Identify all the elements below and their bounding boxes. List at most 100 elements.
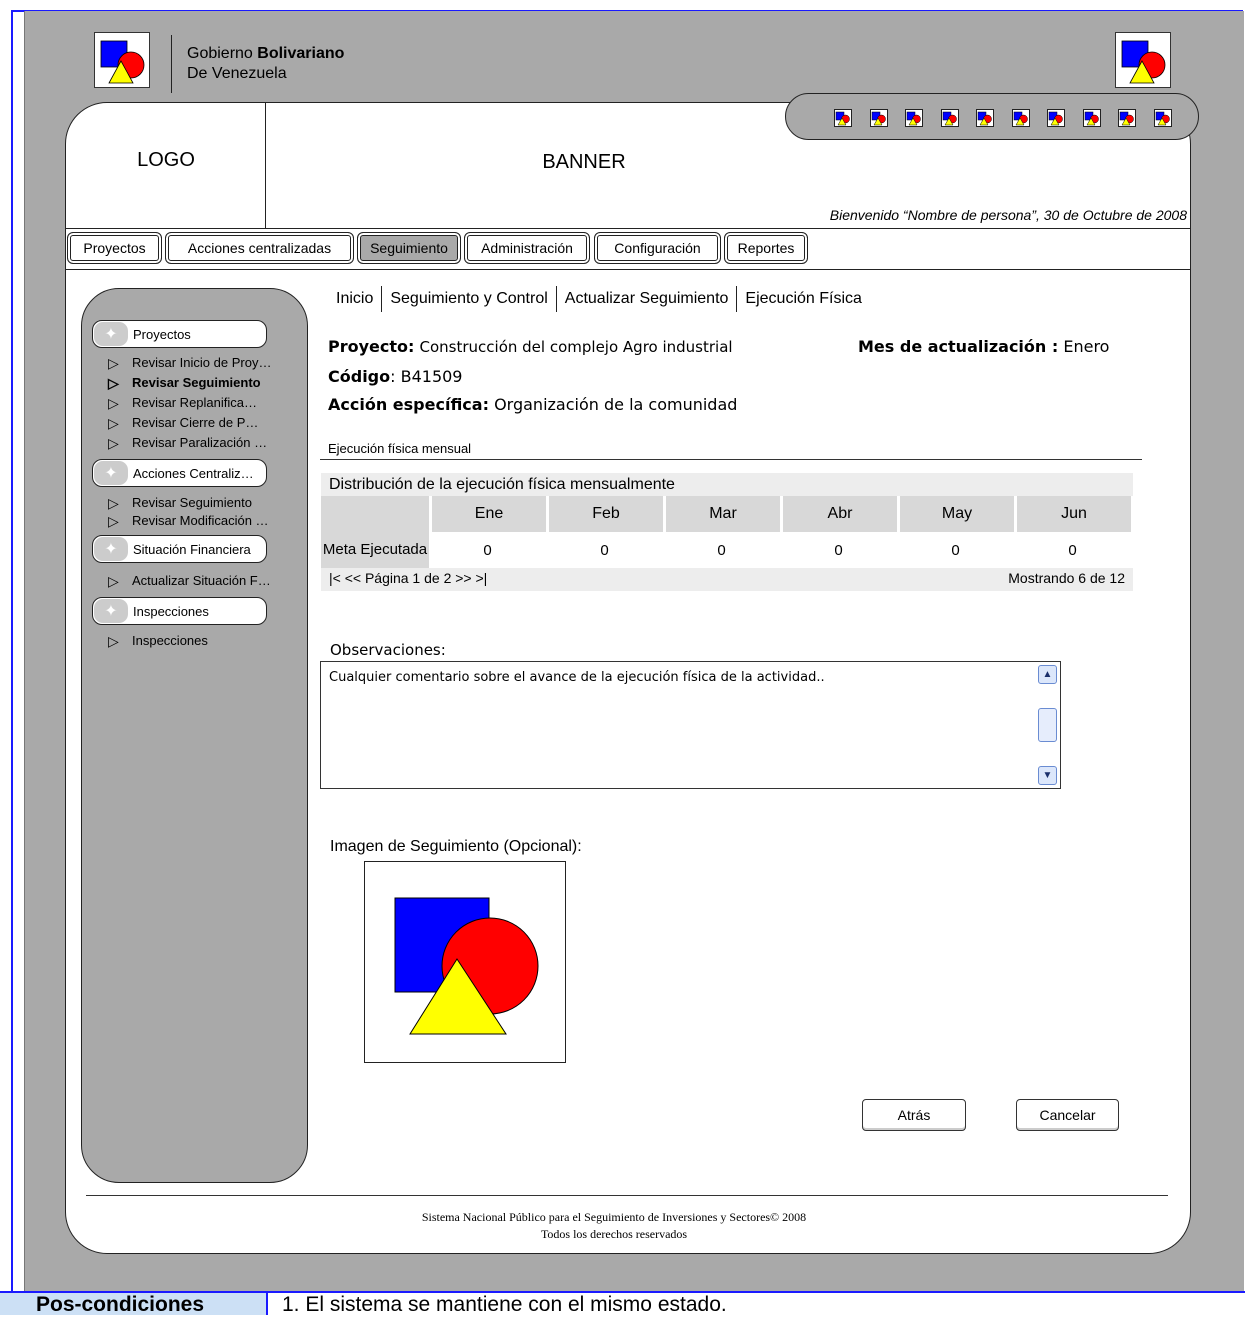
section-divider: [320, 459, 1142, 460]
mes-actualizacion: Mes de actualización : Enero: [858, 337, 1110, 356]
triangle-icon: ▷: [108, 512, 119, 529]
sidebar-group-situacion-financiera[interactable]: ✦ Situación Financiera: [92, 535, 267, 563]
observaciones-textarea[interactable]: Cualquier comentario sobre el avance de …: [320, 661, 1061, 789]
triangle-icon: ▷: [108, 374, 119, 391]
sidebar: ✦ Proyectos ▷ Revisar Inicio de Proy… ▷ Rev…: [81, 288, 308, 1183]
table-cell[interactable]: 0: [663, 532, 780, 568]
proyecto-info: Proyecto: Construcción del complejo Agro…: [328, 337, 733, 356]
triangle-icon: ▷: [108, 394, 119, 411]
breadcrumb-inicio[interactable]: Inicio: [328, 290, 381, 308]
table-cell[interactable]: 0: [897, 532, 1014, 568]
sidebar-item-revisar-modificacion[interactable]: ▷ Revisar Modificación …: [108, 513, 269, 528]
government-logo-left: [94, 32, 150, 88]
tab-seguimiento[interactable]: Seguimiento: [357, 232, 461, 264]
triangle-icon: ▷: [108, 434, 119, 451]
star-icon: ✦: [94, 322, 128, 346]
execution-table: Distribución de la ejecución física mens…: [321, 473, 1133, 591]
postconditions-row: Pos-condiciones 1. El sistema se mantien…: [0, 1291, 1245, 1316]
accion-especifica-info: Acción específica: Organización de la co…: [328, 395, 738, 414]
shapes-shortcut-icon[interactable]: [1153, 109, 1172, 127]
government-logo-right: [1115, 32, 1171, 88]
footer-line1: Sistema Nacional Público para el Seguimi…: [421, 1210, 807, 1224]
footer-line2: Todos los derechos reservados: [540, 1227, 688, 1241]
shapes-shortcut-icon[interactable]: [976, 109, 994, 127]
tab-proyectos[interactable]: Proyectos: [67, 232, 162, 264]
row-label: Meta Ejecutada: [321, 532, 429, 568]
codigo-info: Código: B41509: [328, 367, 463, 386]
scroll-up-icon[interactable]: ▲: [1038, 665, 1057, 684]
breadcrumb-seguimiento-control[interactable]: Seguimiento y Control: [382, 290, 555, 308]
table-title: Distribución de la ejecución física mens…: [321, 473, 1133, 496]
tab-administracion[interactable]: Administración: [464, 232, 590, 264]
section-title: Ejecución física mensual: [328, 441, 472, 456]
banner-placeholder: BANNER: [542, 151, 626, 173]
breadcrumb-actualizar-seguimiento[interactable]: Actualizar Seguimiento: [557, 290, 737, 308]
app-window: Gobierno Bolivariano De Venezuela LOGO B…: [24, 11, 1244, 1291]
column-header: Jun: [1014, 496, 1131, 532]
sidebar-item-actualizar-situacion[interactable]: ▷ Actualizar Situación F…: [108, 573, 271, 588]
triangle-icon: ▷: [108, 632, 119, 649]
observaciones-text: Cualquier comentario sobre el avance de …: [329, 670, 825, 685]
sidebar-group-acciones-centralizadas[interactable]: ✦ Acciones Centraliz…: [92, 459, 267, 487]
showing-count: Mostrando 6 de 12: [1008, 570, 1125, 586]
tab-configuracion[interactable]: Configuración: [594, 232, 721, 264]
sidebar-item-revisar-seguimiento-ac[interactable]: ▷ Revisar Seguimiento: [108, 495, 252, 510]
shapes-shortcut-icon[interactable]: [1082, 109, 1101, 127]
column-header: Abr: [780, 496, 897, 532]
triangle-icon: ▷: [108, 494, 119, 511]
shapes-image-icon: [394, 897, 539, 1035]
shapes-shortcut-icon[interactable]: [940, 109, 959, 127]
table-cell[interactable]: 0: [780, 532, 897, 568]
sidebar-group-proyectos[interactable]: ✦ Proyectos: [92, 320, 267, 348]
image-label: Imagen de Seguimiento (Opcional):: [330, 838, 582, 855]
shapes-shortcut-icon[interactable]: [1047, 109, 1065, 127]
tab-reportes[interactable]: Reportes: [724, 232, 808, 264]
table-row: Meta Ejecutada 0 0 0 0 0 0: [321, 532, 1133, 568]
shapes-shortcut-icon[interactable]: [834, 109, 852, 127]
table-cell[interactable]: 0: [1014, 532, 1131, 568]
welcome-message: Bienvenido “Nombre de persona”, 30 de Oc…: [829, 207, 1187, 223]
sidebar-item-revisar-replanificacion[interactable]: ▷ Revisar Replanifica…: [108, 395, 257, 410]
header-divider: [66, 228, 1190, 229]
sidebar-item-revisar-inicio[interactable]: ▷ Revisar Inicio de Proy…: [108, 355, 271, 370]
header-separator: [171, 35, 172, 93]
tabs-divider: [66, 269, 1190, 270]
observaciones-label: Observaciones:: [330, 641, 446, 659]
triangle-icon: ▷: [108, 572, 119, 589]
government-name: Gobierno Bolivariano De Venezuela: [187, 45, 345, 82]
table-pager: |< << Página 1 de 2 >> >| Mostrando 6 de…: [321, 568, 1133, 591]
cancel-button[interactable]: Cancelar: [1016, 1099, 1119, 1131]
star-icon: ✦: [94, 599, 128, 623]
shapes-shortcut-icon[interactable]: [1011, 109, 1030, 127]
footer-divider: [86, 1195, 1168, 1196]
table-cell[interactable]: 0: [546, 532, 663, 568]
shapes-shortcut-icon[interactable]: [1118, 109, 1136, 127]
table-header: Ene Feb Mar Abr May Jun: [321, 496, 1133, 532]
sidebar-item-revisar-seguimiento[interactable]: ▷ Revisar Seguimiento: [108, 375, 261, 390]
scroll-down-icon[interactable]: ▼: [1038, 766, 1057, 785]
table-cell[interactable]: 0: [429, 532, 546, 568]
column-header: May: [897, 496, 1014, 532]
postconditions-label: Pos-condiciones: [0, 1293, 268, 1316]
star-icon: ✦: [94, 461, 128, 485]
sidebar-item-revisar-cierre[interactable]: ▷ Revisar Cierre de P…: [108, 415, 258, 430]
column-header: Ene: [429, 496, 546, 532]
sidebar-item-inspecciones[interactable]: ▷ Inspecciones: [108, 633, 208, 648]
main-card: LOGO BANNER Bienvenido “Nombre de person…: [65, 102, 1191, 1254]
column-header: Mar: [663, 496, 780, 532]
sidebar-item-revisar-paralizacion[interactable]: ▷ Revisar Paralización …: [108, 435, 267, 450]
column-header: Feb: [546, 496, 663, 532]
pagination-controls[interactable]: |< << Página 1 de 2 >> >|: [329, 570, 487, 589]
shapes-shortcut-icon[interactable]: [869, 109, 888, 127]
quick-icons-bar: [785, 93, 1199, 140]
postconditions-text: 1. El sistema se mantiene con el mismo e…: [282, 1293, 727, 1316]
sidebar-group-inspecciones[interactable]: ✦ Inspecciones: [92, 597, 267, 625]
back-button[interactable]: Atrás: [862, 1099, 966, 1131]
breadcrumb: Inicio Seguimiento y Control Actualizar …: [328, 286, 870, 312]
tracking-image[interactable]: [364, 861, 566, 1063]
scrollbar-thumb[interactable]: [1038, 708, 1057, 742]
breadcrumb-ejecucion-fisica: Ejecución Física: [745, 290, 862, 307]
star-icon: ✦: [94, 537, 128, 561]
tab-acciones-centralizadas[interactable]: Acciones centralizadas: [165, 232, 354, 264]
shapes-shortcut-icon[interactable]: [905, 109, 923, 127]
